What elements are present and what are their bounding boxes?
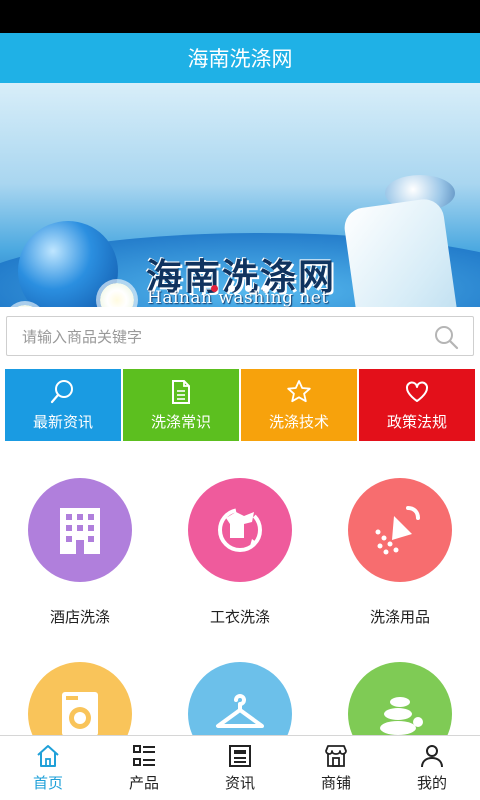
category-label: 酒店洗涤 [49, 608, 110, 626]
star-icon [287, 379, 311, 402]
quick-link-latest-news[interactable]: 最新资讯 [5, 369, 121, 441]
list-icon [133, 745, 155, 766]
banner-carousel[interactable]: 海南洗涤网 Hainan washing net [0, 83, 480, 307]
category-icon-circle [348, 478, 452, 582]
shower-icon [375, 506, 420, 555]
search-icon [50, 379, 73, 403]
quick-link-policies[interactable]: 政策法规 [359, 369, 475, 441]
tab-news[interactable]: 资讯 [192, 736, 288, 800]
tab-shops[interactable]: 商铺 [288, 736, 384, 800]
category-icon-circle [28, 478, 132, 582]
category-washing-supplies[interactable]: 洗涤用品 [320, 478, 480, 627]
tab-products[interactable]: 产品 [96, 736, 192, 800]
home-icon [37, 745, 59, 767]
news-icon [229, 745, 251, 767]
page-title: 海南洗涤网 [187, 47, 293, 71]
bottom-tab-bar: 首页 产品 资讯 商铺 我的 [0, 735, 480, 800]
search-input[interactable]: 请输入商品关键字 [6, 316, 474, 356]
title-bar: 海南洗涤网 [0, 33, 480, 83]
tab-label: 资讯 [224, 774, 255, 792]
tab-mine[interactable]: 我的 [384, 736, 480, 800]
tab-label: 产品 [128, 774, 159, 792]
quick-link-washing-technology[interactable]: 洗涤技术 [241, 369, 357, 441]
shop-icon [325, 745, 347, 767]
search-placeholder: 请输入商品关键字 [22, 327, 143, 346]
category-icon-circle [188, 478, 292, 582]
carousel-indicator [0, 285, 480, 292]
quick-link-label: 政策法规 [386, 412, 447, 431]
carousel-dot[interactable] [262, 285, 269, 292]
quick-links: 最新资讯 洗涤常识 洗涤技术 政策法规 [5, 369, 475, 441]
category-workwear-washing[interactable]: 工衣洗涤 [160, 478, 320, 627]
carousel-dot[interactable] [245, 285, 252, 292]
quick-link-label: 最新资讯 [32, 412, 93, 431]
quick-link-washing-knowledge[interactable]: 洗涤常识 [123, 369, 239, 441]
tab-label: 商铺 [320, 774, 351, 792]
heart-icon [406, 380, 428, 402]
status-bar [0, 0, 480, 33]
quick-link-label: 洗涤常识 [150, 412, 211, 431]
carousel-dot[interactable] [228, 285, 235, 292]
category-label: 工衣洗涤 [209, 608, 270, 626]
search-icon[interactable] [433, 324, 459, 350]
clothes-spin-icon [218, 508, 262, 552]
category-hotel-washing[interactable]: 酒店洗涤 [0, 478, 160, 627]
tab-label: 首页 [32, 774, 63, 792]
document-icon [172, 379, 190, 404]
category-label: 洗涤用品 [369, 608, 430, 626]
quick-link-label: 洗涤技术 [268, 412, 329, 431]
tab-home[interactable]: 首页 [0, 736, 96, 800]
carousel-dot-active[interactable] [211, 285, 218, 292]
user-icon [421, 745, 443, 768]
hotel-building-icon [60, 508, 100, 554]
tab-label: 我的 [416, 774, 447, 792]
